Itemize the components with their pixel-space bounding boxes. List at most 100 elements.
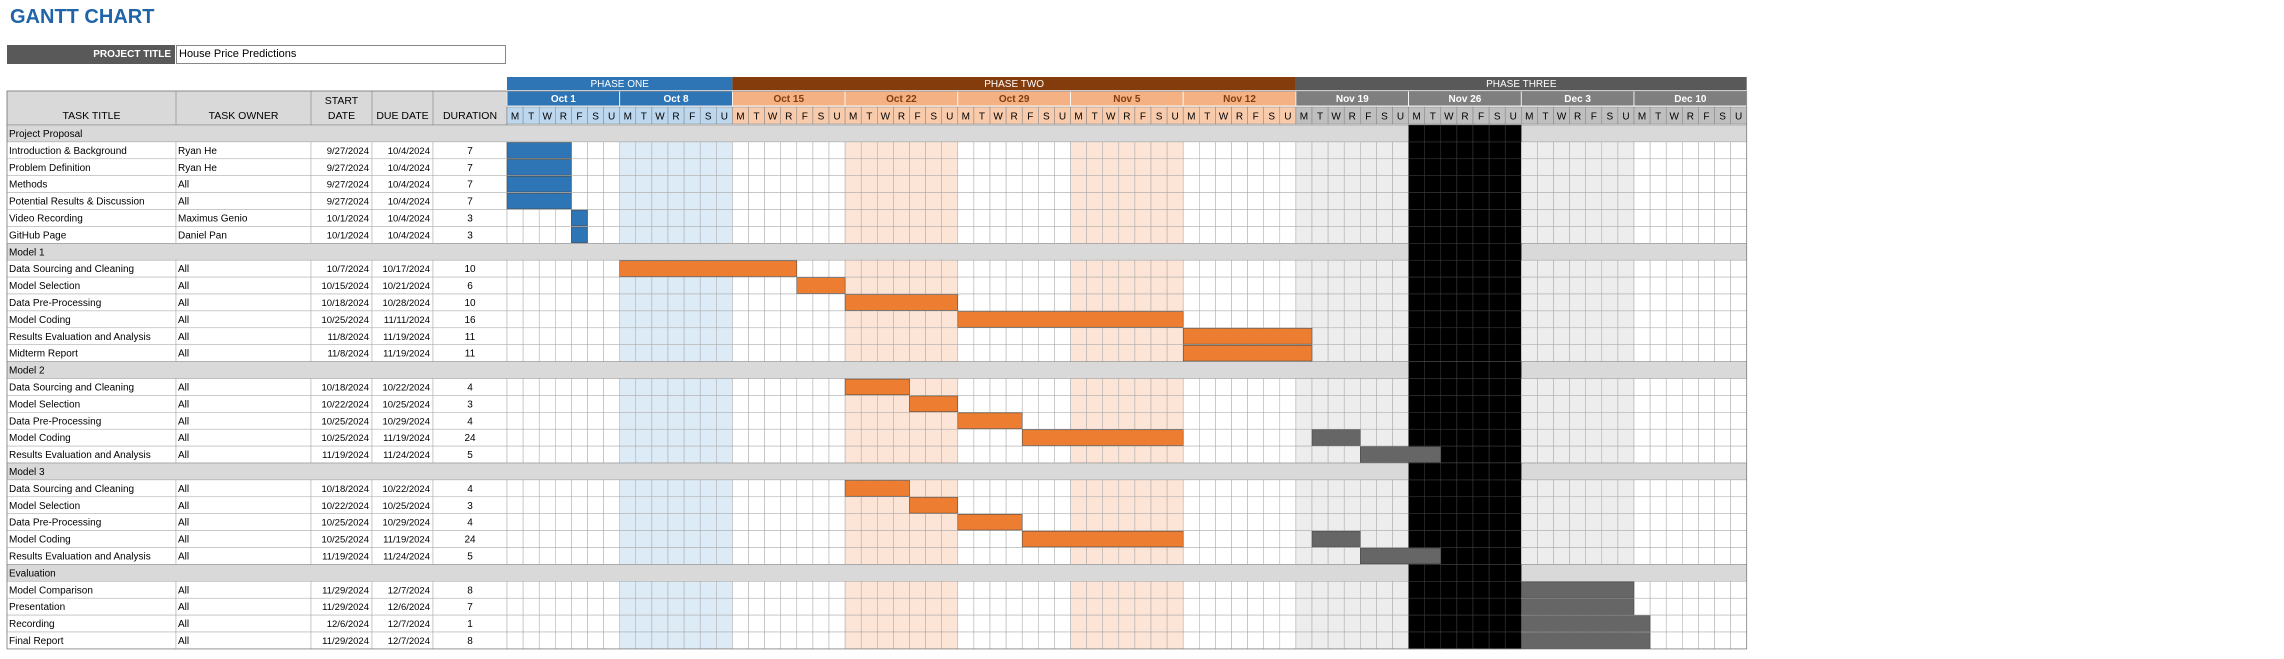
- day-letter: M: [1300, 112, 1308, 123]
- day-cell: [1005, 276, 1023, 295]
- day-cell: [1070, 327, 1087, 345]
- day-cell: [941, 530, 959, 548]
- day-cell: [1488, 175, 1506, 193]
- day-cell: [635, 327, 653, 345]
- day-cell: [748, 395, 765, 413]
- day-cell: [1472, 564, 1490, 582]
- day-cell: [699, 412, 717, 430]
- day-cell: [635, 428, 653, 447]
- day-cell: [651, 141, 669, 160]
- day-cell: [1504, 564, 1522, 582]
- day-cell: [1070, 581, 1087, 599]
- day-cell: [1617, 344, 1635, 362]
- day-cell: [1698, 209, 1715, 227]
- day-cell: [925, 547, 942, 565]
- day-cell: [1617, 496, 1635, 514]
- day-cell: [1504, 243, 1522, 261]
- day-cell: [1038, 479, 1055, 498]
- day-cell: [699, 496, 717, 514]
- day-cell: [1311, 158, 1329, 176]
- day-cell: [1633, 344, 1651, 362]
- task-cell: [175, 192, 312, 210]
- day-cell: [603, 614, 620, 633]
- day-cell: [667, 226, 685, 244]
- day-cell: [555, 395, 572, 413]
- day-cell: [1215, 428, 1232, 447]
- day-cell: [667, 175, 685, 193]
- day-cell: [1472, 479, 1490, 498]
- day-cell: [989, 631, 1007, 650]
- day-cell: [1343, 192, 1361, 210]
- day-letter: F: [1478, 112, 1484, 123]
- day-cell: [844, 496, 862, 514]
- day-cell: [828, 327, 846, 345]
- day-cell: [877, 530, 894, 548]
- day-cell: [764, 597, 781, 616]
- duration: 4: [467, 416, 473, 427]
- day-cell: [1182, 496, 1200, 514]
- task-bar: [1360, 547, 1442, 565]
- day-cell: [1698, 141, 1715, 160]
- day-letter: U: [833, 112, 840, 123]
- day-letter: R: [1011, 112, 1018, 123]
- day-cell: [716, 175, 733, 193]
- day-cell: [1086, 581, 1103, 599]
- day-letter: T: [641, 112, 647, 123]
- day-cell: [683, 428, 701, 447]
- day-cell: [1086, 614, 1103, 633]
- day-cell: [1601, 327, 1619, 345]
- day-cell: [1376, 479, 1393, 498]
- day-cell: [1327, 378, 1345, 396]
- day-cell: [748, 344, 765, 362]
- task-owner: All: [178, 281, 189, 292]
- day-cell: [1215, 496, 1232, 514]
- day-cell: [635, 175, 653, 193]
- day-cell: [1617, 513, 1635, 531]
- day-cell: [844, 412, 862, 430]
- day-cell: [716, 395, 733, 413]
- day-cell: [635, 344, 653, 362]
- day-cell: [1279, 141, 1297, 160]
- due-date: 10/17/2024: [382, 264, 430, 275]
- day-cell: [1424, 192, 1442, 210]
- start-date: 9/27/2024: [327, 146, 369, 157]
- day-cell: [973, 581, 991, 599]
- day-cell: [877, 209, 894, 227]
- day-cell: [909, 209, 926, 227]
- task-title: Data Sourcing and Cleaning: [9, 264, 134, 275]
- day-cell: [635, 226, 653, 244]
- day-cell: [1504, 631, 1522, 650]
- day-cell: [1730, 327, 1747, 345]
- day-cell: [1601, 310, 1619, 329]
- day-cell: [780, 395, 798, 413]
- day-cell: [941, 141, 959, 160]
- day-cell: [1086, 597, 1103, 616]
- day-cell: [748, 428, 765, 447]
- column-header-start: DATE: [328, 110, 355, 122]
- day-cell: [522, 327, 540, 345]
- day-cell: [828, 530, 846, 548]
- task-bar: [1360, 446, 1442, 463]
- day-cell: [1279, 445, 1297, 464]
- day-cell: [796, 293, 814, 312]
- day-cell: [941, 158, 959, 176]
- day-cell: [1376, 226, 1393, 244]
- day-cell: [651, 209, 669, 227]
- day-letter: W: [1219, 112, 1229, 123]
- day-cell: [877, 513, 894, 531]
- duration: 7: [467, 197, 473, 208]
- day-cell: [1086, 175, 1103, 193]
- day-cell: [957, 175, 975, 193]
- day-cell: [1585, 428, 1603, 447]
- day-cell: [1569, 445, 1586, 464]
- day-cell: [1150, 276, 1168, 295]
- day-cell: [1682, 259, 1699, 278]
- day-cell: [1698, 192, 1715, 210]
- start-date: 12/6/2024: [327, 619, 369, 630]
- day-cell: [1054, 327, 1071, 345]
- day-cell: [748, 141, 765, 160]
- day-cell: [571, 581, 588, 599]
- day-cell: [571, 327, 588, 345]
- day-cell: [764, 395, 781, 413]
- task-cell: [175, 412, 312, 430]
